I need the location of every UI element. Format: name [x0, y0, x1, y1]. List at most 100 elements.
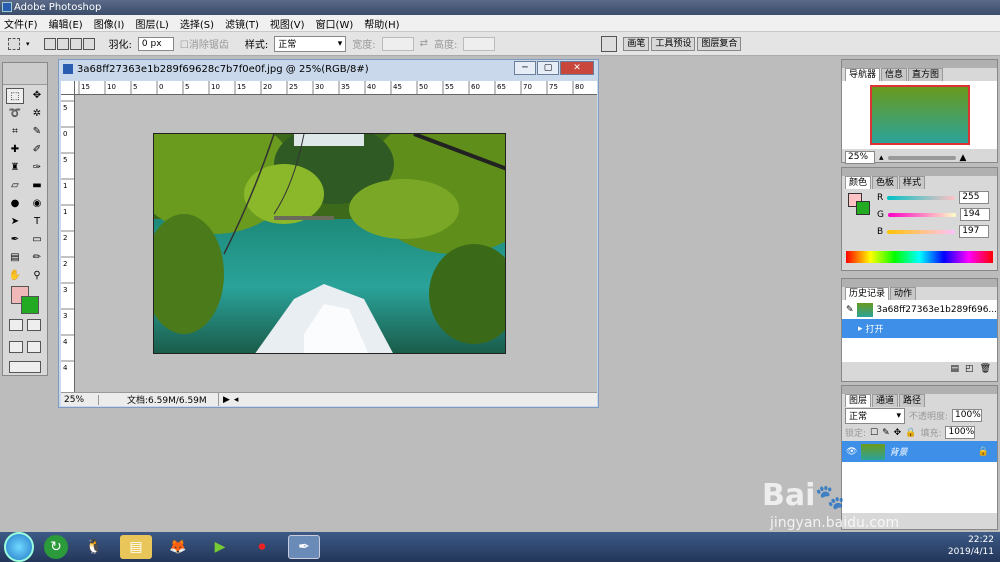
type-icon[interactable]: T [28, 214, 46, 230]
lock-paint-icon[interactable]: ✎ [882, 428, 890, 438]
g-slider[interactable] [887, 212, 956, 217]
zoom-slider[interactable] [887, 155, 956, 160]
lock-transparency-icon[interactable]: ☐ [870, 428, 878, 438]
path-select-icon[interactable]: ➤ [6, 214, 24, 230]
taskbar-firefox-icon[interactable]: 🦊 [162, 535, 194, 559]
history-snapshot[interactable]: ✎ 3a68ff27363e1b289f696... [842, 300, 997, 319]
hand-icon[interactable]: ✋ [6, 268, 24, 284]
subtract-selection-icon[interactable] [69, 37, 82, 50]
minimize-button[interactable]: ─ [514, 61, 536, 75]
r-input[interactable]: 255 [959, 191, 990, 204]
tab-paths[interactable]: 路径 [899, 394, 926, 407]
trash-icon[interactable]: 🗑 [980, 364, 991, 374]
slice-icon[interactable]: ✎ [28, 124, 46, 140]
tab-swatches[interactable]: 色板 [872, 176, 899, 189]
system-tray[interactable]: 22:22 2019/4/11 [948, 534, 994, 558]
menu-file[interactable]: 文件(F) [4, 16, 38, 31]
panel-grip[interactable] [842, 60, 997, 68]
menu-view[interactable]: 视图(V) [270, 16, 305, 31]
taskbar-explorer-icon[interactable]: ▤ [120, 535, 152, 559]
screen-mode-full-icon[interactable] [27, 341, 41, 353]
menu-select[interactable]: 选择(S) [180, 16, 214, 31]
tab-channels[interactable]: 通道 [872, 394, 899, 407]
tab-color[interactable]: 颜色 [845, 176, 872, 189]
panel-grip[interactable] [842, 279, 997, 287]
eraser-icon[interactable]: ▱ [6, 178, 24, 194]
background-color-swatch[interactable] [21, 296, 39, 314]
zoom-out-icon[interactable]: ▴ [879, 153, 884, 163]
horizontal-ruler[interactable]: 15 10 5 0 5 10 15 20 25 30 35 40 45 50 55 60 65 70 75 80 [75, 81, 597, 95]
r-slider[interactable] [887, 195, 956, 200]
antialias-checkbox[interactable]: ☐消除锯齿 [180, 36, 229, 51]
taskbar-media-icon[interactable]: ▶ [204, 535, 236, 559]
marquee-icon[interactable]: ⬚ [6, 88, 24, 104]
opacity-input[interactable]: 100% [952, 409, 983, 422]
panel-grip[interactable] [842, 386, 997, 394]
panel-grip[interactable] [842, 168, 997, 176]
well-tool-presets[interactable]: 工具预设 [651, 36, 696, 51]
lock-move-icon[interactable]: ✥ [894, 428, 902, 438]
taskbar-photoshop-icon[interactable]: ✒ [288, 535, 320, 559]
tab-histogram[interactable]: 直方图 [908, 68, 944, 81]
pen-icon[interactable]: ✒ [6, 232, 24, 248]
menu-help[interactable]: 帮助(H) [364, 16, 399, 31]
shape-icon[interactable]: ▭ [28, 232, 46, 248]
healing-icon[interactable]: ✚ [6, 142, 24, 158]
menu-filter[interactable]: 滤镜(T) [225, 16, 259, 31]
fill-input[interactable]: 100% [945, 426, 976, 439]
zoom-in-icon[interactable]: ▲ [960, 153, 967, 163]
menu-layer[interactable]: 图层(L) [135, 16, 168, 31]
lasso-icon[interactable]: ➰ [6, 106, 24, 122]
new-selection-icon[interactable] [43, 37, 56, 50]
tab-styles[interactable]: 样式 [899, 176, 926, 189]
blur-icon[interactable]: ● [6, 196, 24, 212]
dodge-icon[interactable]: ◉ [28, 196, 46, 212]
intersect-selection-icon[interactable] [82, 37, 95, 50]
jump-to-imageready-icon[interactable] [9, 361, 41, 373]
screen-mode-standard-icon[interactable] [9, 341, 23, 353]
color-ramp[interactable] [846, 251, 993, 263]
tab-history[interactable]: 历史记录 [845, 287, 890, 300]
blend-mode-select[interactable]: 正常 ▾ [845, 407, 905, 424]
tab-navigator[interactable]: 导航器 [845, 68, 881, 81]
well-layer-comps[interactable]: 图层复合 [697, 36, 742, 51]
vertical-ruler[interactable]: 5 0 5 1 1 2 2 3 3 4 4 [61, 95, 75, 392]
taskbar-recorder-icon[interactable]: ⏺ [246, 535, 278, 559]
start-button[interactable] [4, 532, 34, 562]
stamp-icon[interactable]: ♜ [6, 160, 24, 176]
b-slider[interactable] [887, 229, 956, 234]
quickmask-mode-icon[interactable] [27, 319, 41, 331]
gradient-icon[interactable]: ▬ [28, 178, 46, 194]
snapshot-icon[interactable]: ◰ [965, 364, 974, 374]
feather-input[interactable]: 0 px [137, 36, 174, 51]
play-icon[interactable]: ▶ [223, 395, 230, 405]
history-step-open[interactable]: ▸ 打开 [842, 319, 997, 338]
g-input[interactable]: 194 [959, 208, 990, 221]
close-button[interactable]: ✕ [560, 61, 594, 75]
crop-icon[interactable]: ⌗ [6, 124, 24, 140]
photo-canvas[interactable] [153, 133, 506, 354]
navigator-preview[interactable] [842, 81, 997, 149]
navigator-zoom[interactable]: 25% [845, 151, 875, 164]
eye-icon[interactable]: 👁 [846, 447, 857, 457]
tab-layers[interactable]: 图层 [845, 394, 872, 407]
marquee-tool-icon[interactable] [8, 37, 20, 50]
chevron-down-icon[interactable]: ▾ [26, 40, 30, 48]
magic-wand-icon[interactable]: ✲ [28, 106, 46, 122]
brush-icon[interactable]: ✐ [28, 142, 46, 158]
b-input[interactable]: 197 [959, 225, 990, 238]
menu-window[interactable]: 窗口(W) [316, 16, 354, 31]
ruler-origin[interactable] [61, 81, 75, 95]
eyedropper-icon[interactable]: ✏ [28, 250, 46, 266]
toolbox-header[interactable] [3, 63, 47, 85]
move-icon[interactable]: ✥ [28, 88, 46, 104]
new-document-icon[interactable]: ▤ [951, 364, 960, 374]
navigator-thumbnail[interactable] [870, 85, 970, 145]
doc-info[interactable]: 文档:6.59M/6.59M [99, 393, 219, 406]
add-selection-icon[interactable] [56, 37, 69, 50]
maximize-button[interactable]: ▢ [537, 61, 559, 75]
taskbar-360-icon[interactable]: ↻ [44, 535, 68, 559]
menu-image[interactable]: 图像(I) [94, 16, 125, 31]
tab-actions[interactable]: 动作 [890, 287, 917, 300]
taskbar-qq-icon[interactable]: 🐧 [78, 535, 110, 559]
